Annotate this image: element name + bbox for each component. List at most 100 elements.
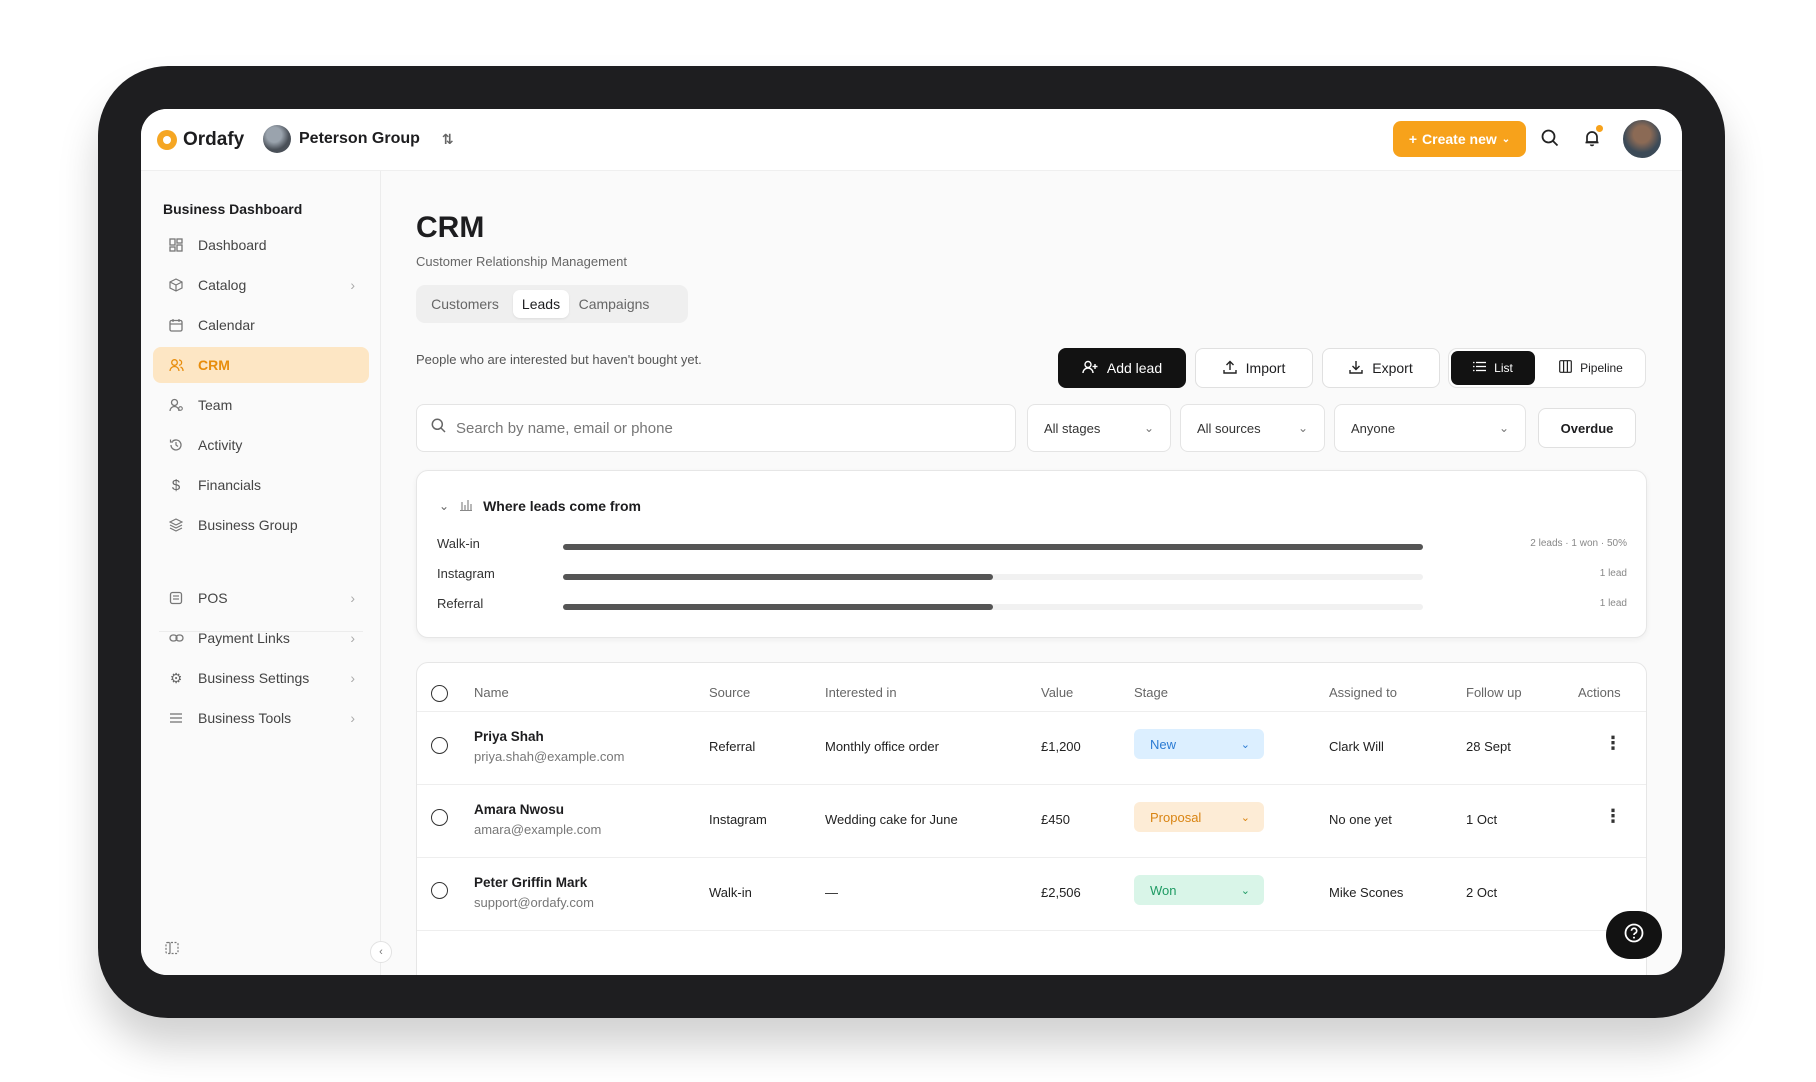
assignee-filter-value: Anyone (1351, 420, 1396, 436)
org-avatar (263, 125, 291, 153)
lead-name[interactable]: Peter Griffin Mark (474, 875, 587, 890)
chevron-right-icon: › (350, 710, 355, 726)
sidebar-item-payment-links[interactable]: Payment Links › (153, 620, 369, 656)
column-header-name[interactable]: Name (474, 685, 509, 700)
import-label: Import (1245, 360, 1286, 376)
source-filter-value: All sources (1197, 420, 1261, 436)
header-divider (417, 711, 1646, 712)
stage-dropdown[interactable]: Won ⌄ (1134, 875, 1264, 905)
add-lead-label: Add lead (1106, 360, 1163, 376)
sidebar-item-business-group[interactable]: Business Group (153, 507, 369, 543)
sidebar-item-catalog[interactable]: Catalog › (153, 267, 369, 303)
ordafy-logo-icon (157, 130, 177, 150)
chevron-right-icon: › (350, 630, 355, 646)
source-row-referral: Referral 1 lead (437, 595, 1627, 615)
more-actions-icon[interactable]: ⋮ (1604, 733, 1622, 754)
source-bar-track (563, 604, 1423, 610)
chevron-right-icon: › (350, 590, 355, 606)
import-button[interactable]: Import (1195, 348, 1313, 388)
lead-sources-title: Where leads come from (483, 498, 641, 514)
sidebar-item-label: Business Settings (198, 670, 310, 686)
chevron-down-icon: ⌄ (1297, 421, 1308, 435)
sidebar-item-calendar[interactable]: Calendar (153, 307, 369, 343)
row-checkbox[interactable] (431, 737, 448, 754)
search-input[interactable] (456, 419, 976, 437)
lead-follow-up: 1 Oct (1466, 812, 1498, 827)
stage-filter[interactable]: All stages ⌄ (1027, 404, 1171, 452)
select-all-checkbox[interactable] (431, 685, 448, 702)
sidebar-item-label: Catalog (198, 277, 247, 293)
sidebar-item-dashboard[interactable]: Dashboard (153, 227, 369, 263)
chevron-down-icon: ⌄ (1143, 421, 1154, 435)
source-stat: 1 lead (1599, 568, 1627, 579)
list-view-label: List (1494, 361, 1513, 375)
sidebar-item-label: Business Group (198, 517, 298, 533)
lead-email: amara@example.com (474, 822, 602, 837)
tab-campaigns[interactable]: Campaigns (572, 290, 656, 318)
dollar-icon: $ (171, 476, 181, 494)
source-label: Instagram (437, 566, 495, 581)
chevron-down-icon: ⌄ (1501, 133, 1511, 145)
stage-dropdown[interactable]: Proposal ⌄ (1134, 802, 1264, 832)
search-icon[interactable] (1537, 125, 1563, 151)
lead-follow-up: 28 Sept (1466, 739, 1511, 754)
sidebar-item-crm[interactable]: CRM (153, 347, 369, 383)
page-title: CRM (416, 211, 485, 244)
sidebar-item-label: Team (198, 397, 233, 413)
assignee-filter[interactable]: Anyone ⌄ (1334, 404, 1526, 452)
columns-icon (1559, 360, 1573, 376)
more-actions-icon[interactable]: ⋮ (1604, 806, 1622, 827)
column-header-follow-up[interactable]: Follow up (1466, 685, 1522, 700)
row-checkbox[interactable] (431, 882, 448, 899)
search-box (416, 404, 1016, 452)
tab-leads[interactable]: Leads (513, 290, 569, 318)
app-logo[interactable]: Ordafy (157, 129, 244, 151)
chevron-down-icon: ⌄ (1240, 738, 1250, 751)
lead-follow-up: 2 Oct (1466, 885, 1498, 900)
pipeline-view-button[interactable]: Pipeline (1539, 351, 1643, 385)
source-label: Walk-in (437, 536, 480, 551)
row-checkbox[interactable] (431, 809, 448, 826)
source-bar-track (563, 544, 1423, 550)
sidebar-item-team[interactable]: Team (153, 387, 369, 423)
sidebar-item-business-tools[interactable]: Business Tools › (153, 700, 369, 736)
sidebar-item-label: Calendar (198, 317, 255, 333)
column-header-stage[interactable]: Stage (1134, 685, 1168, 700)
org-switcher[interactable]: Peterson Group ⇅ (263, 125, 454, 153)
sidebar-panel-icon[interactable] (165, 941, 179, 958)
column-header-interested-in[interactable]: Interested in (825, 685, 897, 700)
user-avatar[interactable] (1621, 118, 1663, 160)
help-button[interactable] (1606, 911, 1662, 959)
sidebar-item-pos[interactable]: POS › (153, 580, 369, 616)
column-header-assigned-to[interactable]: Assigned to (1329, 685, 1397, 700)
stage-dropdown[interactable]: New ⌄ (1134, 729, 1264, 759)
lead-name[interactable]: Amara Nwosu (474, 802, 564, 817)
list-view-button[interactable]: List (1451, 351, 1535, 385)
download-icon (1349, 360, 1363, 377)
source-filter[interactable]: All sources ⌄ (1180, 404, 1325, 452)
column-header-source[interactable]: Source (709, 685, 750, 700)
sidebar-item-activity[interactable]: Activity (153, 427, 369, 463)
row-divider (417, 930, 1646, 931)
column-header-value[interactable]: Value (1041, 685, 1073, 700)
row-divider (417, 857, 1646, 858)
view-toggle: List Pipeline (1448, 348, 1646, 388)
leads-description: People who are interested but haven't bo… (416, 352, 702, 367)
user-icon (166, 395, 186, 415)
create-new-button[interactable]: + Create new ⌄ (1393, 121, 1526, 157)
chevron-right-icon: › (350, 670, 355, 686)
export-button[interactable]: Export (1322, 348, 1440, 388)
tab-customers[interactable]: Customers (420, 290, 510, 318)
sidebar-item-financials[interactable]: $ Financials (153, 467, 369, 503)
collapse-sidebar-button[interactable]: ‹ (370, 941, 392, 963)
row-divider (417, 784, 1646, 785)
bell-icon[interactable] (1579, 125, 1605, 151)
chevron-down-icon: ⌄ (439, 499, 450, 513)
lead-sources-toggle[interactable]: ⌄ Where leads come from (439, 498, 641, 514)
overdue-filter-button[interactable]: Overdue (1538, 408, 1636, 448)
add-lead-button[interactable]: Add lead (1058, 348, 1186, 388)
source-bar-track (563, 574, 1423, 580)
source-label: Referral (437, 596, 484, 611)
lead-name[interactable]: Priya Shah (474, 729, 544, 744)
sidebar-item-business-settings[interactable]: ⚙ Business Settings › (153, 660, 369, 696)
